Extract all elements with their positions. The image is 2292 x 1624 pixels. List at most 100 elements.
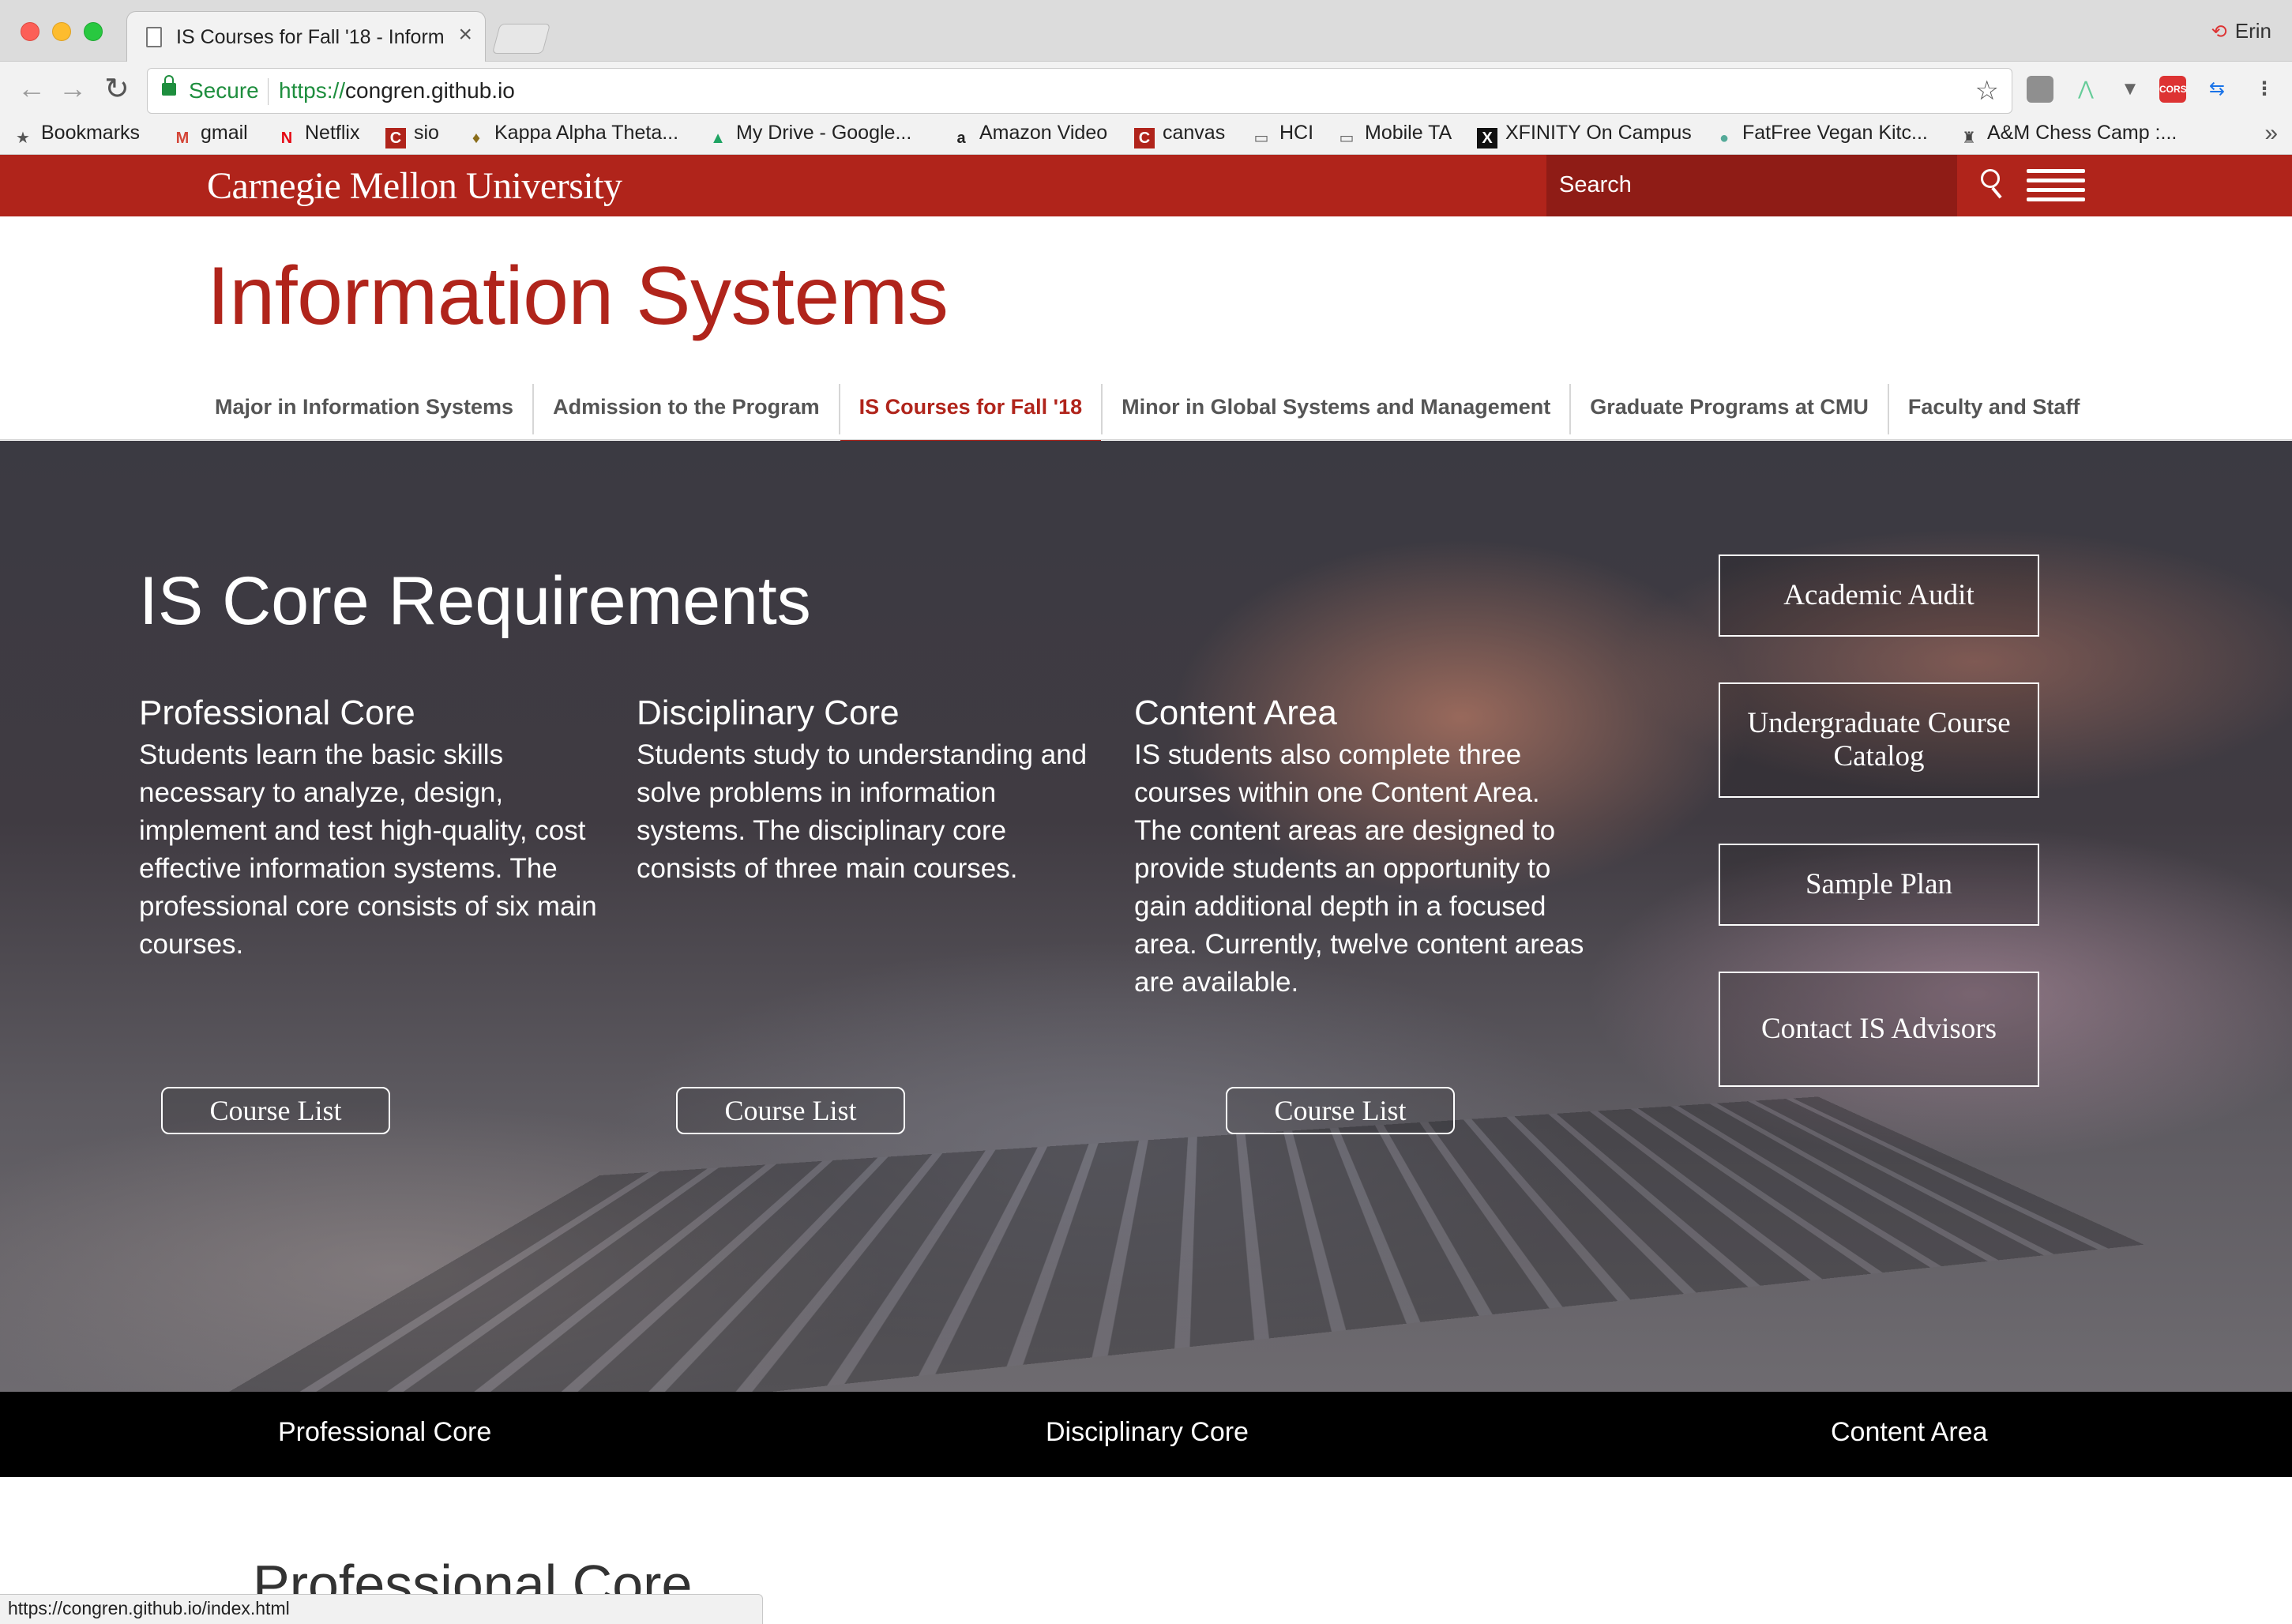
- profile-button[interactable]: ⟲ Erin: [2211, 19, 2271, 43]
- tab-close-icon[interactable]: ×: [458, 23, 472, 47]
- profile-name: Erin: [2234, 19, 2271, 43]
- cors-extension-icon[interactable]: CORS: [2159, 76, 2187, 103]
- disciplinary-course-list-button[interactable]: Course List: [676, 1087, 905, 1134]
- bookmark-label: canvas: [1163, 122, 1226, 144]
- nav-major[interactable]: Major in Information Systems: [207, 384, 535, 434]
- url-text[interactable]: https://congren.github.io: [279, 78, 515, 103]
- minimize-window-button[interactable]: [52, 22, 71, 41]
- column-title: Content Area: [1134, 694, 1337, 732]
- close-window-button[interactable]: [21, 22, 39, 41]
- kite-icon: ♦: [472, 130, 481, 147]
- column-title: Professional Core: [139, 694, 415, 732]
- browser-tab[interactable]: IS Courses for Fall '18 - Information Sy…: [126, 11, 486, 63]
- menu-icon[interactable]: ⋮: [2251, 76, 2278, 103]
- address-bar[interactable]: Secure https://congren.github.io ☆: [147, 68, 2012, 114]
- bookmark-item[interactable]: ♦ Kappa Alpha Theta...: [466, 122, 678, 148]
- bookmark-label: gmail: [201, 122, 248, 144]
- bookmark-label: HCI: [1279, 122, 1314, 144]
- status-url: https://congren.github.io/index.html: [8, 1598, 290, 1618]
- bookmark-label: My Drive - Google...: [736, 122, 912, 144]
- column-text: IS students also complete three courses …: [1134, 739, 1584, 998]
- extension-icon[interactable]: ▼: [2117, 76, 2144, 103]
- core-tabs: Professional Core Disciplinary Core Cont…: [0, 1392, 2292, 1477]
- nav-admission[interactable]: Admission to the Program: [534, 384, 840, 434]
- divider: [268, 78, 269, 105]
- hamburger-menu-icon[interactable]: [2027, 169, 2085, 202]
- sample-plan-button[interactable]: Sample Plan: [1719, 844, 2039, 926]
- professional-course-list-button[interactable]: Course List: [161, 1087, 390, 1134]
- tab-disciplinary-core[interactable]: Disciplinary Core: [1046, 1417, 1249, 1448]
- url-scheme: https://: [279, 78, 346, 103]
- bookmark-item[interactable]: ▭ Mobile TA: [1336, 122, 1452, 148]
- professional-core-column: Professional Core Students learn the bas…: [139, 694, 597, 964]
- tab-professional-core[interactable]: Professional Core: [278, 1417, 491, 1448]
- bookmark-label: FatFree Vegan Kitc...: [1742, 122, 1928, 144]
- maximize-window-button[interactable]: [84, 22, 103, 41]
- more-bookmarks-icon[interactable]: »: [2264, 120, 2278, 147]
- extension-icon[interactable]: ⋀: [2072, 76, 2099, 103]
- bookmark-item[interactable]: ● FatFree Vegan Kitc...: [1714, 122, 1928, 148]
- bookmark-label: Netflix: [305, 122, 360, 144]
- search-placeholder: Search: [1559, 172, 1632, 197]
- university-logo[interactable]: Carnegie Mellon University: [207, 164, 622, 208]
- bookmark-label: Kappa Alpha Theta...: [494, 122, 679, 144]
- column-title: Disciplinary Core: [637, 694, 900, 732]
- nav-graduate[interactable]: Graduate Programs at CMU: [1571, 384, 1889, 434]
- disciplinary-core-column: Disciplinary Core Students study to unde…: [637, 694, 1095, 888]
- netflix-icon: N: [280, 130, 293, 147]
- bookmark-item[interactable]: Ccanvas: [1134, 122, 1225, 148]
- content-area-column: Content Area IS students also complete t…: [1134, 694, 1592, 1002]
- bookmark-item[interactable]: X XFINITY On Campus: [1477, 122, 1692, 148]
- section-nav: Major in Information Systems Admission t…: [207, 384, 2099, 442]
- chess-icon: ♜: [1962, 130, 1976, 147]
- back-icon[interactable]: ←: [17, 74, 46, 103]
- status-bar: https://congren.github.io/index.html: [0, 1594, 763, 1624]
- nav-minor[interactable]: Minor in Global Systems and Management: [1103, 384, 1572, 434]
- leaf-icon: ●: [1719, 130, 1730, 147]
- bookmark-item[interactable]: ▲ My Drive - Google...: [708, 122, 911, 148]
- sync-icon: ⟲: [2211, 21, 2227, 43]
- bookmark-label: Mobile TA: [1365, 122, 1452, 144]
- contact-advisors-button[interactable]: Contact IS Advisors: [1719, 972, 2039, 1087]
- nav-faculty[interactable]: Faculty and Staff: [1889, 384, 2099, 434]
- bookmark-item[interactable]: Csio: [385, 122, 439, 148]
- hero-heading: IS Core Requirements: [139, 563, 811, 639]
- course-catalog-button[interactable]: Undergraduate Course Catalog: [1719, 682, 2039, 798]
- lock-icon: [162, 75, 176, 96]
- bookmark-item[interactable]: ♜ A&M Chess Camp :...: [1959, 122, 2177, 148]
- site-header: Carnegie Mellon University Search: [0, 155, 2292, 216]
- folder-icon: ▭: [1339, 130, 1355, 147]
- nav-is-courses[interactable]: IS Courses for Fall '18: [840, 384, 1103, 442]
- content-area-course-list-button[interactable]: Course List: [1226, 1087, 1455, 1134]
- bookmark-item[interactable]: ★ Bookmarks: [13, 122, 140, 148]
- search-icon[interactable]: [1979, 169, 2003, 199]
- star-icon: ★: [16, 130, 30, 147]
- forward-icon[interactable]: →: [58, 74, 87, 103]
- bookmarks-bar: ★ Bookmarks Mgmail N Netflix Csio ♦ Kappa A…: [0, 117, 2292, 155]
- bookmark-item[interactable]: Mgmail: [172, 122, 248, 148]
- bookmark-label: XFINITY On Campus: [1505, 122, 1692, 144]
- reload-icon[interactable]: ↻: [104, 74, 130, 104]
- bookmark-star-icon[interactable]: ☆: [1975, 75, 1999, 107]
- new-tab-button[interactable]: [491, 24, 551, 54]
- xfinity-icon: X: [1477, 128, 1497, 148]
- bookmark-item[interactable]: N Netflix: [276, 122, 360, 148]
- extension-icon[interactable]: ⇆: [2204, 76, 2230, 103]
- bookmark-item[interactable]: a Amazon Video: [951, 122, 1107, 148]
- cmu-icon: C: [385, 128, 406, 148]
- tab-content-area[interactable]: Content Area: [1831, 1417, 1987, 1448]
- browser-toolbar: ← → ↻ Secure https://congren.github.io ☆…: [0, 62, 2292, 125]
- bookmark-label: Amazon Video: [979, 122, 1108, 144]
- bookmark-label: sio: [414, 122, 439, 144]
- page-icon: [146, 27, 162, 47]
- divider: [0, 439, 2292, 440]
- cmu-icon: C: [1134, 128, 1155, 148]
- search-input[interactable]: Search: [1546, 155, 1957, 216]
- extension-icon[interactable]: [2027, 76, 2053, 103]
- url-host: congren.github.io: [345, 78, 515, 103]
- browser-titlebar: IS Courses for Fall '18 - Information Sy…: [0, 0, 2292, 63]
- hero-background-image: [107, 1096, 2144, 1392]
- academic-audit-button[interactable]: Academic Audit: [1719, 554, 2039, 637]
- folder-icon: ▭: [1253, 130, 1269, 147]
- bookmark-item[interactable]: ▭ HCI: [1251, 122, 1314, 148]
